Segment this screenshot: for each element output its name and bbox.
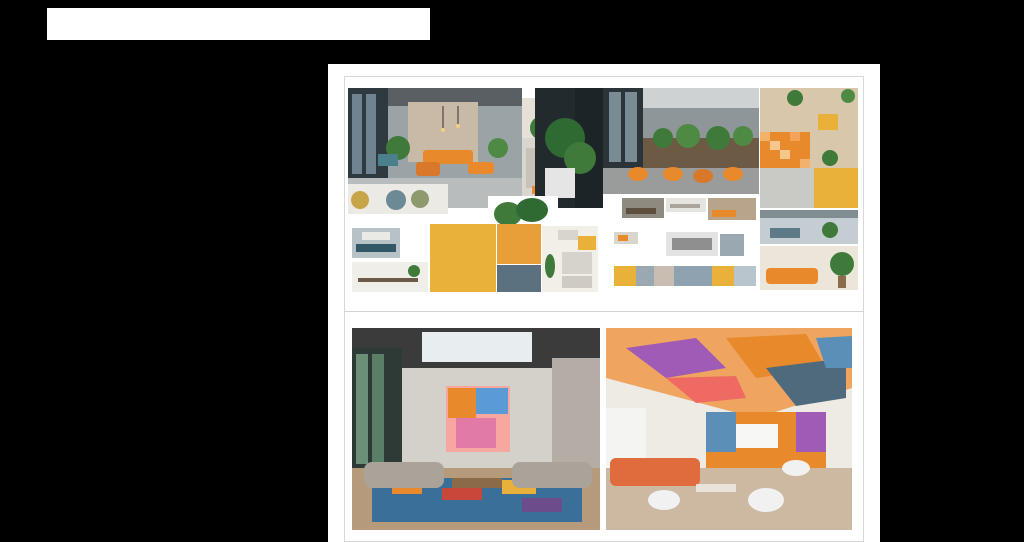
- materials-collage-photo: [542, 226, 598, 292]
- accent-chairs-photo: [348, 184, 448, 214]
- atrium-lounge-render: [352, 328, 600, 530]
- dining-area-photo: [352, 262, 428, 292]
- colorful-ceiling-lounge-render: [606, 328, 852, 530]
- page-title: [47, 8, 430, 40]
- meeting-room-photo: [352, 228, 400, 258]
- swatch-blue-grey: [720, 234, 744, 256]
- detail-thumb: [614, 232, 638, 244]
- header-title-bar: [47, 8, 430, 40]
- color-palette-strip: [614, 266, 756, 286]
- plant-wall-photo: [535, 88, 603, 208]
- lounge-thumb-1: [622, 198, 664, 218]
- swatch-mustard: [430, 224, 496, 292]
- lounge-thumb-2: [666, 198, 706, 212]
- swatch-slate: [497, 265, 541, 292]
- cafe-orange-chairs-photo: [603, 88, 759, 194]
- office-interior-thumb: [760, 210, 858, 244]
- section-divider: [344, 311, 864, 312]
- wood-wall-plants-photo: [760, 88, 858, 208]
- swatch-orange: [497, 224, 541, 264]
- lounge-thumb-3: [708, 198, 756, 220]
- bw-interior-thumb: [666, 232, 718, 256]
- orange-sofa-thumb: [760, 246, 858, 290]
